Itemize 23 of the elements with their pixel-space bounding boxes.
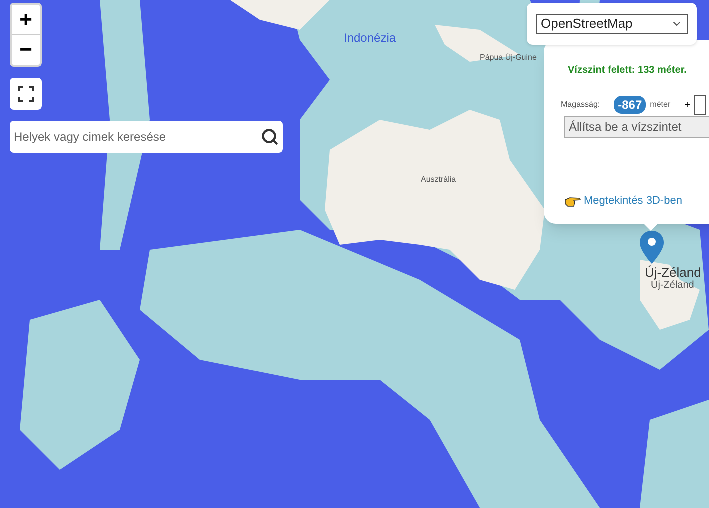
unit-label: méter xyxy=(650,99,671,111)
place-label: Ausztrália xyxy=(421,174,456,186)
zoom-out-button[interactable]: − xyxy=(12,35,40,65)
set-sea-level-button[interactable]: Állítsa be a vízszintet xyxy=(564,116,709,138)
pointing-hand-icon xyxy=(565,196,581,207)
plus-sign: + xyxy=(684,98,690,112)
height-input[interactable] xyxy=(694,95,706,115)
height-label: Magasság: xyxy=(561,99,600,111)
search-icon[interactable] xyxy=(261,128,279,146)
zoom-in-button[interactable]: + xyxy=(12,5,40,35)
fullscreen-icon xyxy=(18,86,34,102)
view-3d-link[interactable]: Megtekintés 3D-ben xyxy=(584,193,682,210)
place-label: Új-Zéland xyxy=(651,279,694,293)
place-label: Pápua Új-Guine xyxy=(480,52,537,64)
place-label: Új-Zéland xyxy=(645,264,702,280)
height-value: -867 xyxy=(614,96,646,114)
fullscreen-button[interactable] xyxy=(10,78,42,110)
country-label: Indonézia xyxy=(344,30,396,47)
layer-select[interactable]: OpenStreetMap xyxy=(536,14,688,34)
map-pin-icon xyxy=(640,231,664,264)
search-field[interactable]: Helyek vagy cimek keresése xyxy=(10,121,283,153)
search-input[interactable]: Helyek vagy cimek keresése xyxy=(14,128,261,146)
sea-level-status: Vízszint felett: 133 méter. xyxy=(568,64,687,78)
